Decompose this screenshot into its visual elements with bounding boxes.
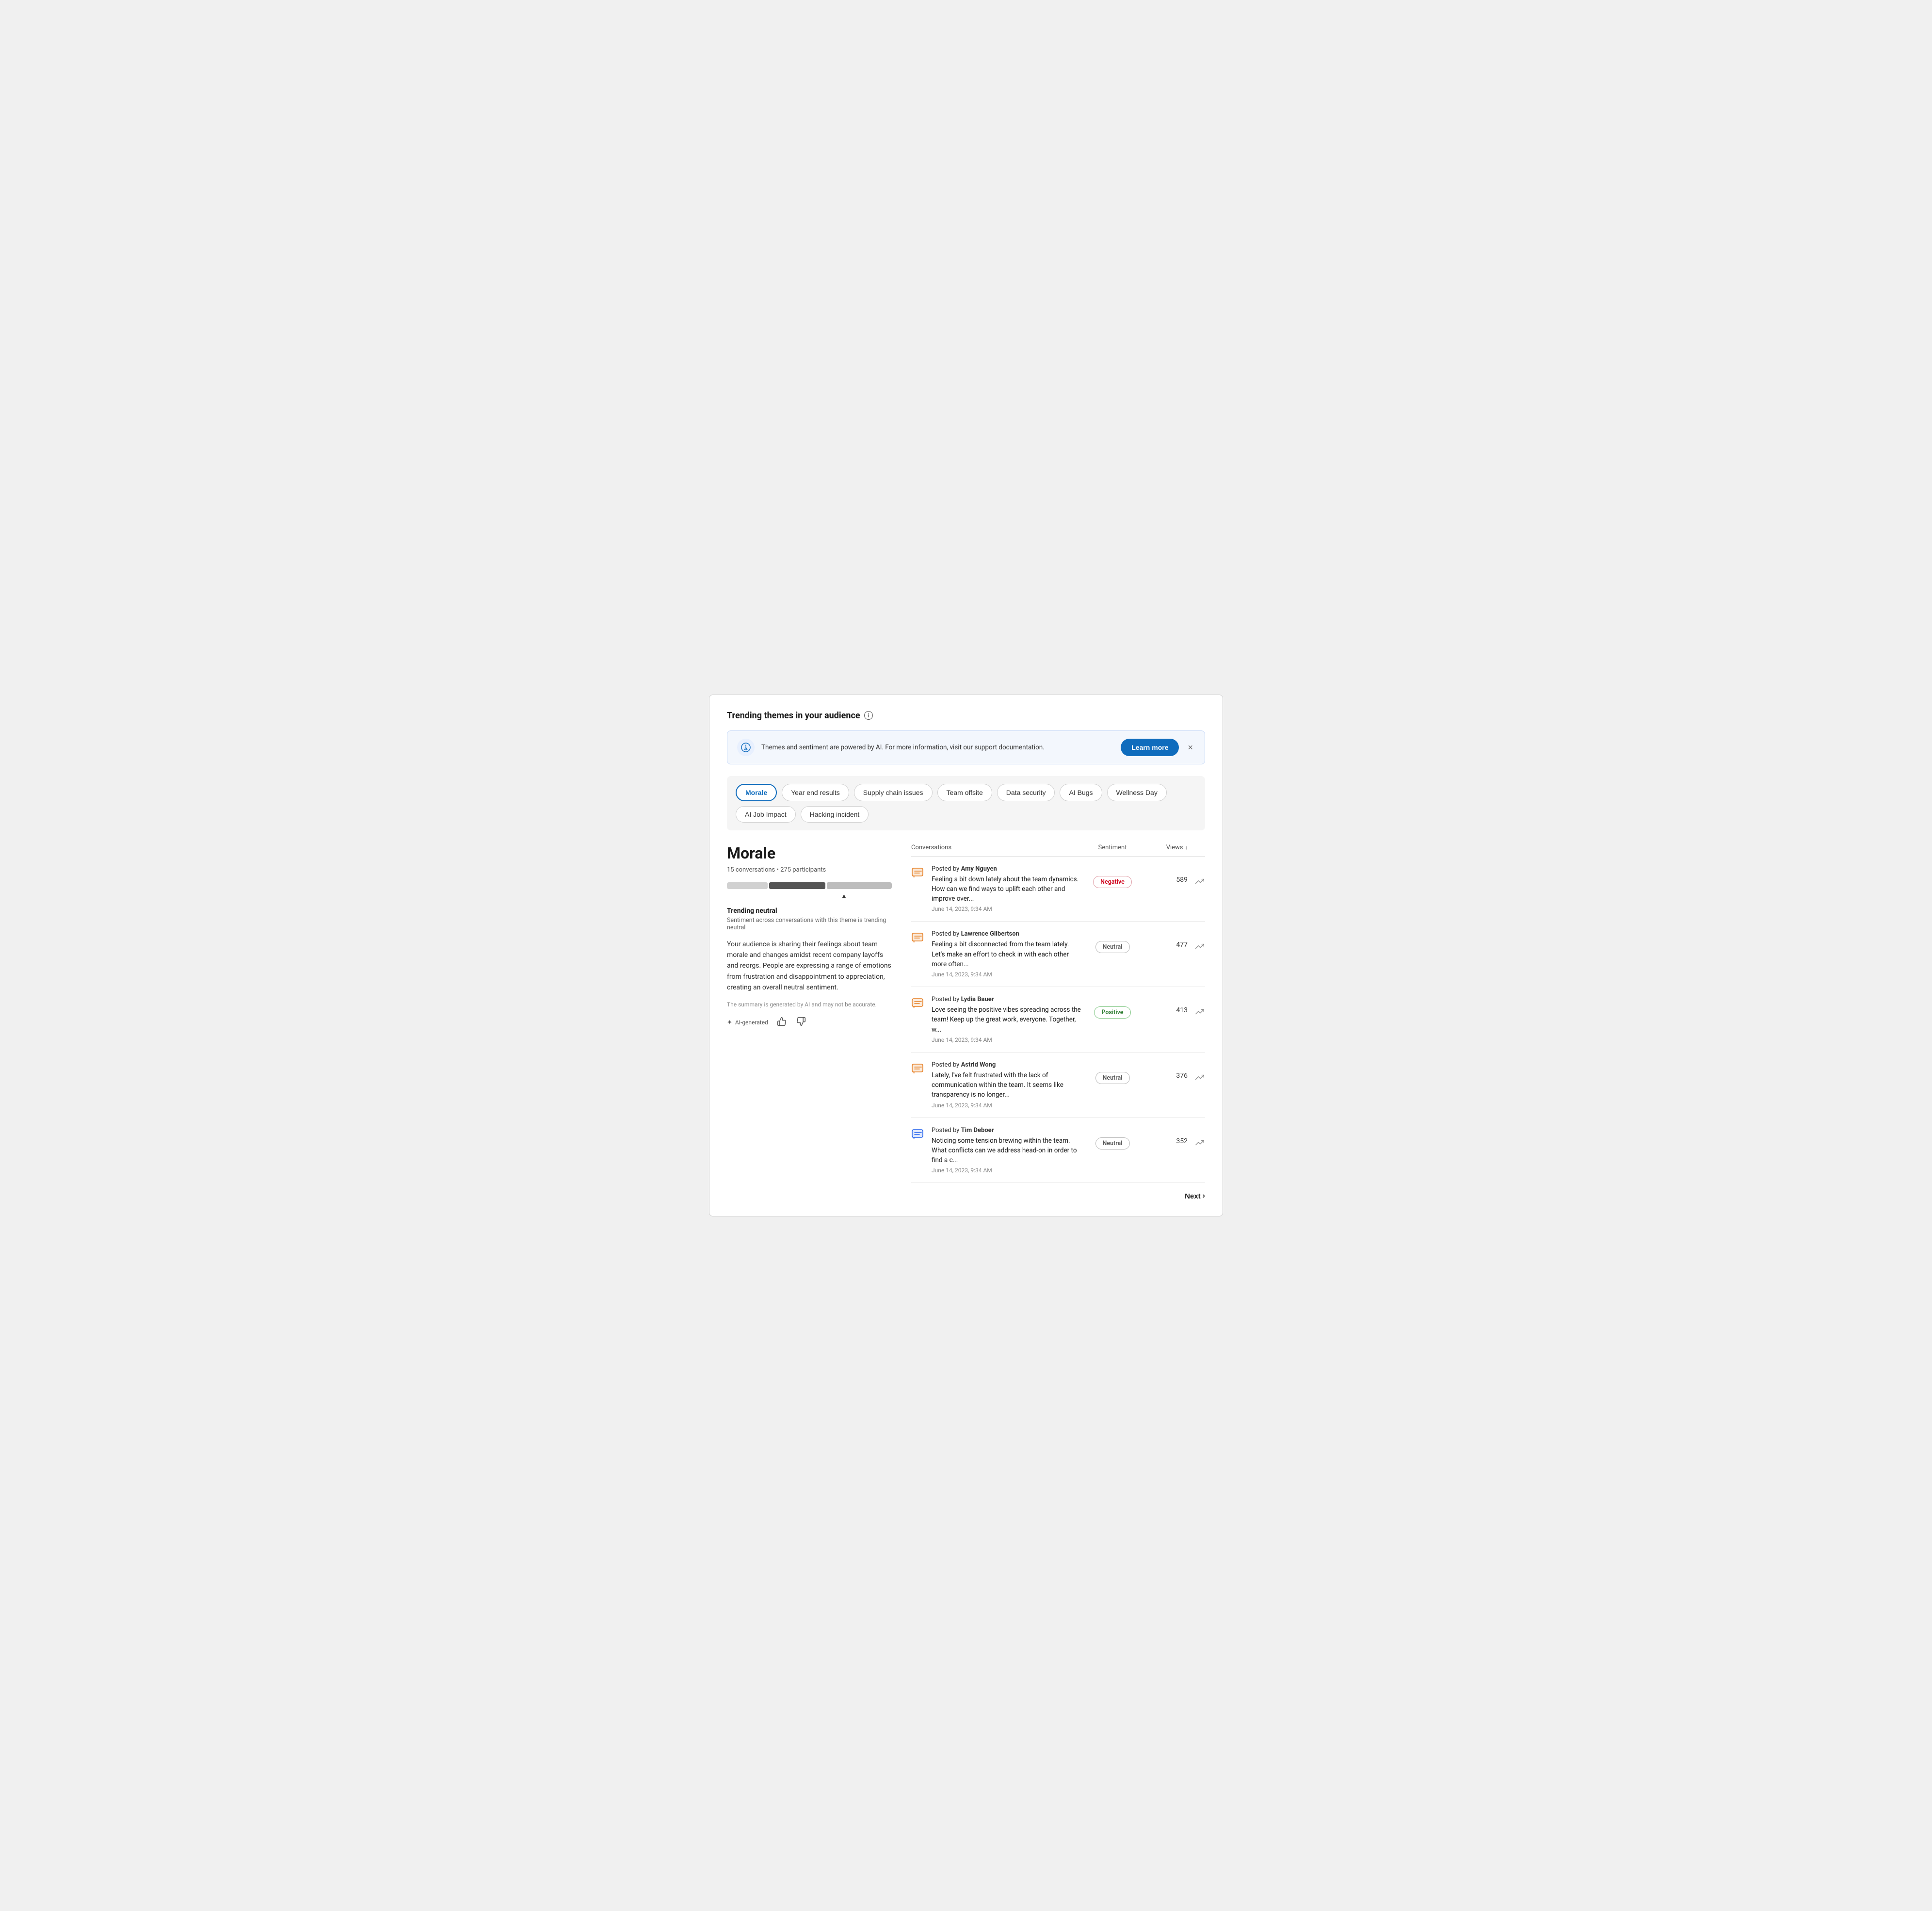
theme-tab-wellness-day[interactable]: Wellness Day xyxy=(1107,784,1167,801)
theme-tab-ai-bugs[interactable]: AI Bugs xyxy=(1060,784,1102,801)
thumbs-up-button[interactable] xyxy=(776,1016,788,1030)
theme-tab-team-offsite[interactable]: Team offsite xyxy=(937,784,992,801)
ai-generated-label: AI-generated xyxy=(735,1019,768,1026)
sentiment-badge: Positive xyxy=(1094,1006,1130,1019)
main-container: Trending themes in your audience i Theme… xyxy=(709,695,1223,1217)
sentiment-bar: ▲ xyxy=(727,882,892,900)
bar-positive xyxy=(827,882,892,889)
message-icon xyxy=(911,931,925,945)
theme-tab-ai-job-impact[interactable]: AI Job Impact xyxy=(736,806,796,823)
bar-neutral xyxy=(769,882,826,889)
message-icon xyxy=(911,997,925,1010)
theme-meta: 15 conversations • 275 participants xyxy=(727,866,892,874)
next-button[interactable]: Next › xyxy=(1185,1192,1205,1200)
trending-desc: Sentiment across conversations with this… xyxy=(727,917,892,931)
conv-text: Lately, I've felt frustrated with the la… xyxy=(932,1070,1081,1100)
thumbs-down-button[interactable] xyxy=(795,1016,807,1030)
ai-generated-badge: ✦ AI-generated xyxy=(727,1019,768,1026)
conversations-list: Posted by Amy Nguyen Feeling a bit down … xyxy=(911,857,1205,1183)
next-chevron-icon: › xyxy=(1203,1192,1205,1200)
conversation-row: Posted by Amy Nguyen Feeling a bit down … xyxy=(911,857,1205,922)
conv-views: 477 xyxy=(1144,930,1188,949)
trend-button[interactable] xyxy=(1194,941,1205,954)
message-icon xyxy=(911,1062,925,1076)
trending-label: Trending neutral xyxy=(727,907,892,915)
main-content: Morale 15 conversations • 275 participan… xyxy=(727,844,1205,1201)
banner-text: Themes and sentiment are powered by AI. … xyxy=(761,744,1114,751)
bar-negative xyxy=(727,882,768,889)
trend-button[interactable] xyxy=(1194,1006,1205,1020)
theme-tab-year-end-results[interactable]: Year end results xyxy=(782,784,849,801)
left-panel: Morale 15 conversations • 275 participan… xyxy=(727,844,892,1030)
ai-disclaimer: The summary is generated by AI and may n… xyxy=(727,1001,892,1008)
bar-arrow: ▲ xyxy=(796,892,892,900)
conv-date: June 14, 2023, 9:34 AM xyxy=(932,1167,1081,1174)
sentiment-badge: Negative xyxy=(1093,876,1132,888)
conv-date: June 14, 2023, 9:34 AM xyxy=(932,1102,1081,1109)
sentiment-badge: Neutral xyxy=(1095,1137,1130,1150)
ai-banner: Themes and sentiment are powered by AI. … xyxy=(727,730,1205,764)
col-header-sentiment: Sentiment xyxy=(1081,844,1144,851)
conversation-row: Posted by Lawrence Gilbertson Feeling a … xyxy=(911,922,1205,987)
theme-tab-morale[interactable]: Morale xyxy=(736,784,777,801)
table-header: Conversations Sentiment Views ↓ xyxy=(911,844,1205,857)
conversation-row: Posted by Lydia Bauer Love seeing the po… xyxy=(911,987,1205,1053)
conversation-row: Posted by Astrid Wong Lately, I've felt … xyxy=(911,1053,1205,1118)
col-header-views[interactable]: Views ↓ xyxy=(1144,844,1188,851)
sentiment-badge: Neutral xyxy=(1095,1072,1130,1084)
themes-tabs: Morale Year end results Supply chain issue… xyxy=(727,776,1205,830)
pagination: Next › xyxy=(911,1192,1205,1200)
theme-tab-hacking-incident[interactable]: Hacking incident xyxy=(801,806,869,823)
theme-tab-supply-chain-issues[interactable]: Supply chain issues xyxy=(854,784,933,801)
conv-views: 376 xyxy=(1144,1061,1188,1080)
conv-date: June 14, 2023, 9:34 AM xyxy=(932,1036,1081,1043)
trend-button[interactable] xyxy=(1194,1137,1205,1150)
page-title: Trending themes in your audience xyxy=(727,711,860,721)
trend-button[interactable] xyxy=(1194,1072,1205,1085)
sentiment-badge: Neutral xyxy=(1095,941,1130,953)
col-header-conversations: Conversations xyxy=(911,844,1081,851)
conv-date: June 14, 2023, 9:34 AM xyxy=(932,971,1081,978)
learn-more-button[interactable]: Learn more xyxy=(1121,739,1179,756)
conv-text: Feeling a bit down lately about the team… xyxy=(932,875,1081,904)
conv-author: Posted by Lawrence Gilbertson xyxy=(932,930,1081,938)
banner-icon xyxy=(737,739,755,756)
sort-arrow: ↓ xyxy=(1185,844,1188,851)
conv-author: Posted by Amy Nguyen xyxy=(932,865,1081,873)
trend-button[interactable] xyxy=(1194,876,1205,889)
conv-views: 352 xyxy=(1144,1127,1188,1145)
message-icon xyxy=(911,866,925,880)
conversation-row: Posted by Tim Deboer Noticing some tensi… xyxy=(911,1118,1205,1183)
conv-text: Love seeing the positive vibes spreading… xyxy=(932,1005,1081,1035)
theme-description: Your audience is sharing their feelings … xyxy=(727,939,892,993)
ai-footer: ✦ AI-generated xyxy=(727,1016,892,1030)
banner-close-button[interactable]: × xyxy=(1186,741,1195,754)
conv-date: June 14, 2023, 9:34 AM xyxy=(932,906,1081,912)
conv-views: 413 xyxy=(1144,996,1188,1014)
ai-star-icon: ✦ xyxy=(727,1019,732,1026)
conv-author: Posted by Lydia Bauer xyxy=(932,996,1081,1003)
conv-text: Noticing some tension brewing within the… xyxy=(932,1136,1081,1166)
conv-author: Posted by Tim Deboer xyxy=(932,1127,1081,1134)
theme-tab-data-security[interactable]: Data security xyxy=(997,784,1055,801)
info-icon[interactable]: i xyxy=(864,711,873,720)
message-icon xyxy=(911,1128,925,1141)
page-title-row: Trending themes in your audience i xyxy=(727,711,1205,721)
conv-author: Posted by Astrid Wong xyxy=(932,1061,1081,1069)
theme-title: Morale xyxy=(727,844,892,862)
conv-text: Feeling a bit disconnected from the team… xyxy=(932,939,1081,969)
conv-views: 589 xyxy=(1144,865,1188,884)
right-panel: Conversations Sentiment Views ↓ xyxy=(911,844,1205,1201)
